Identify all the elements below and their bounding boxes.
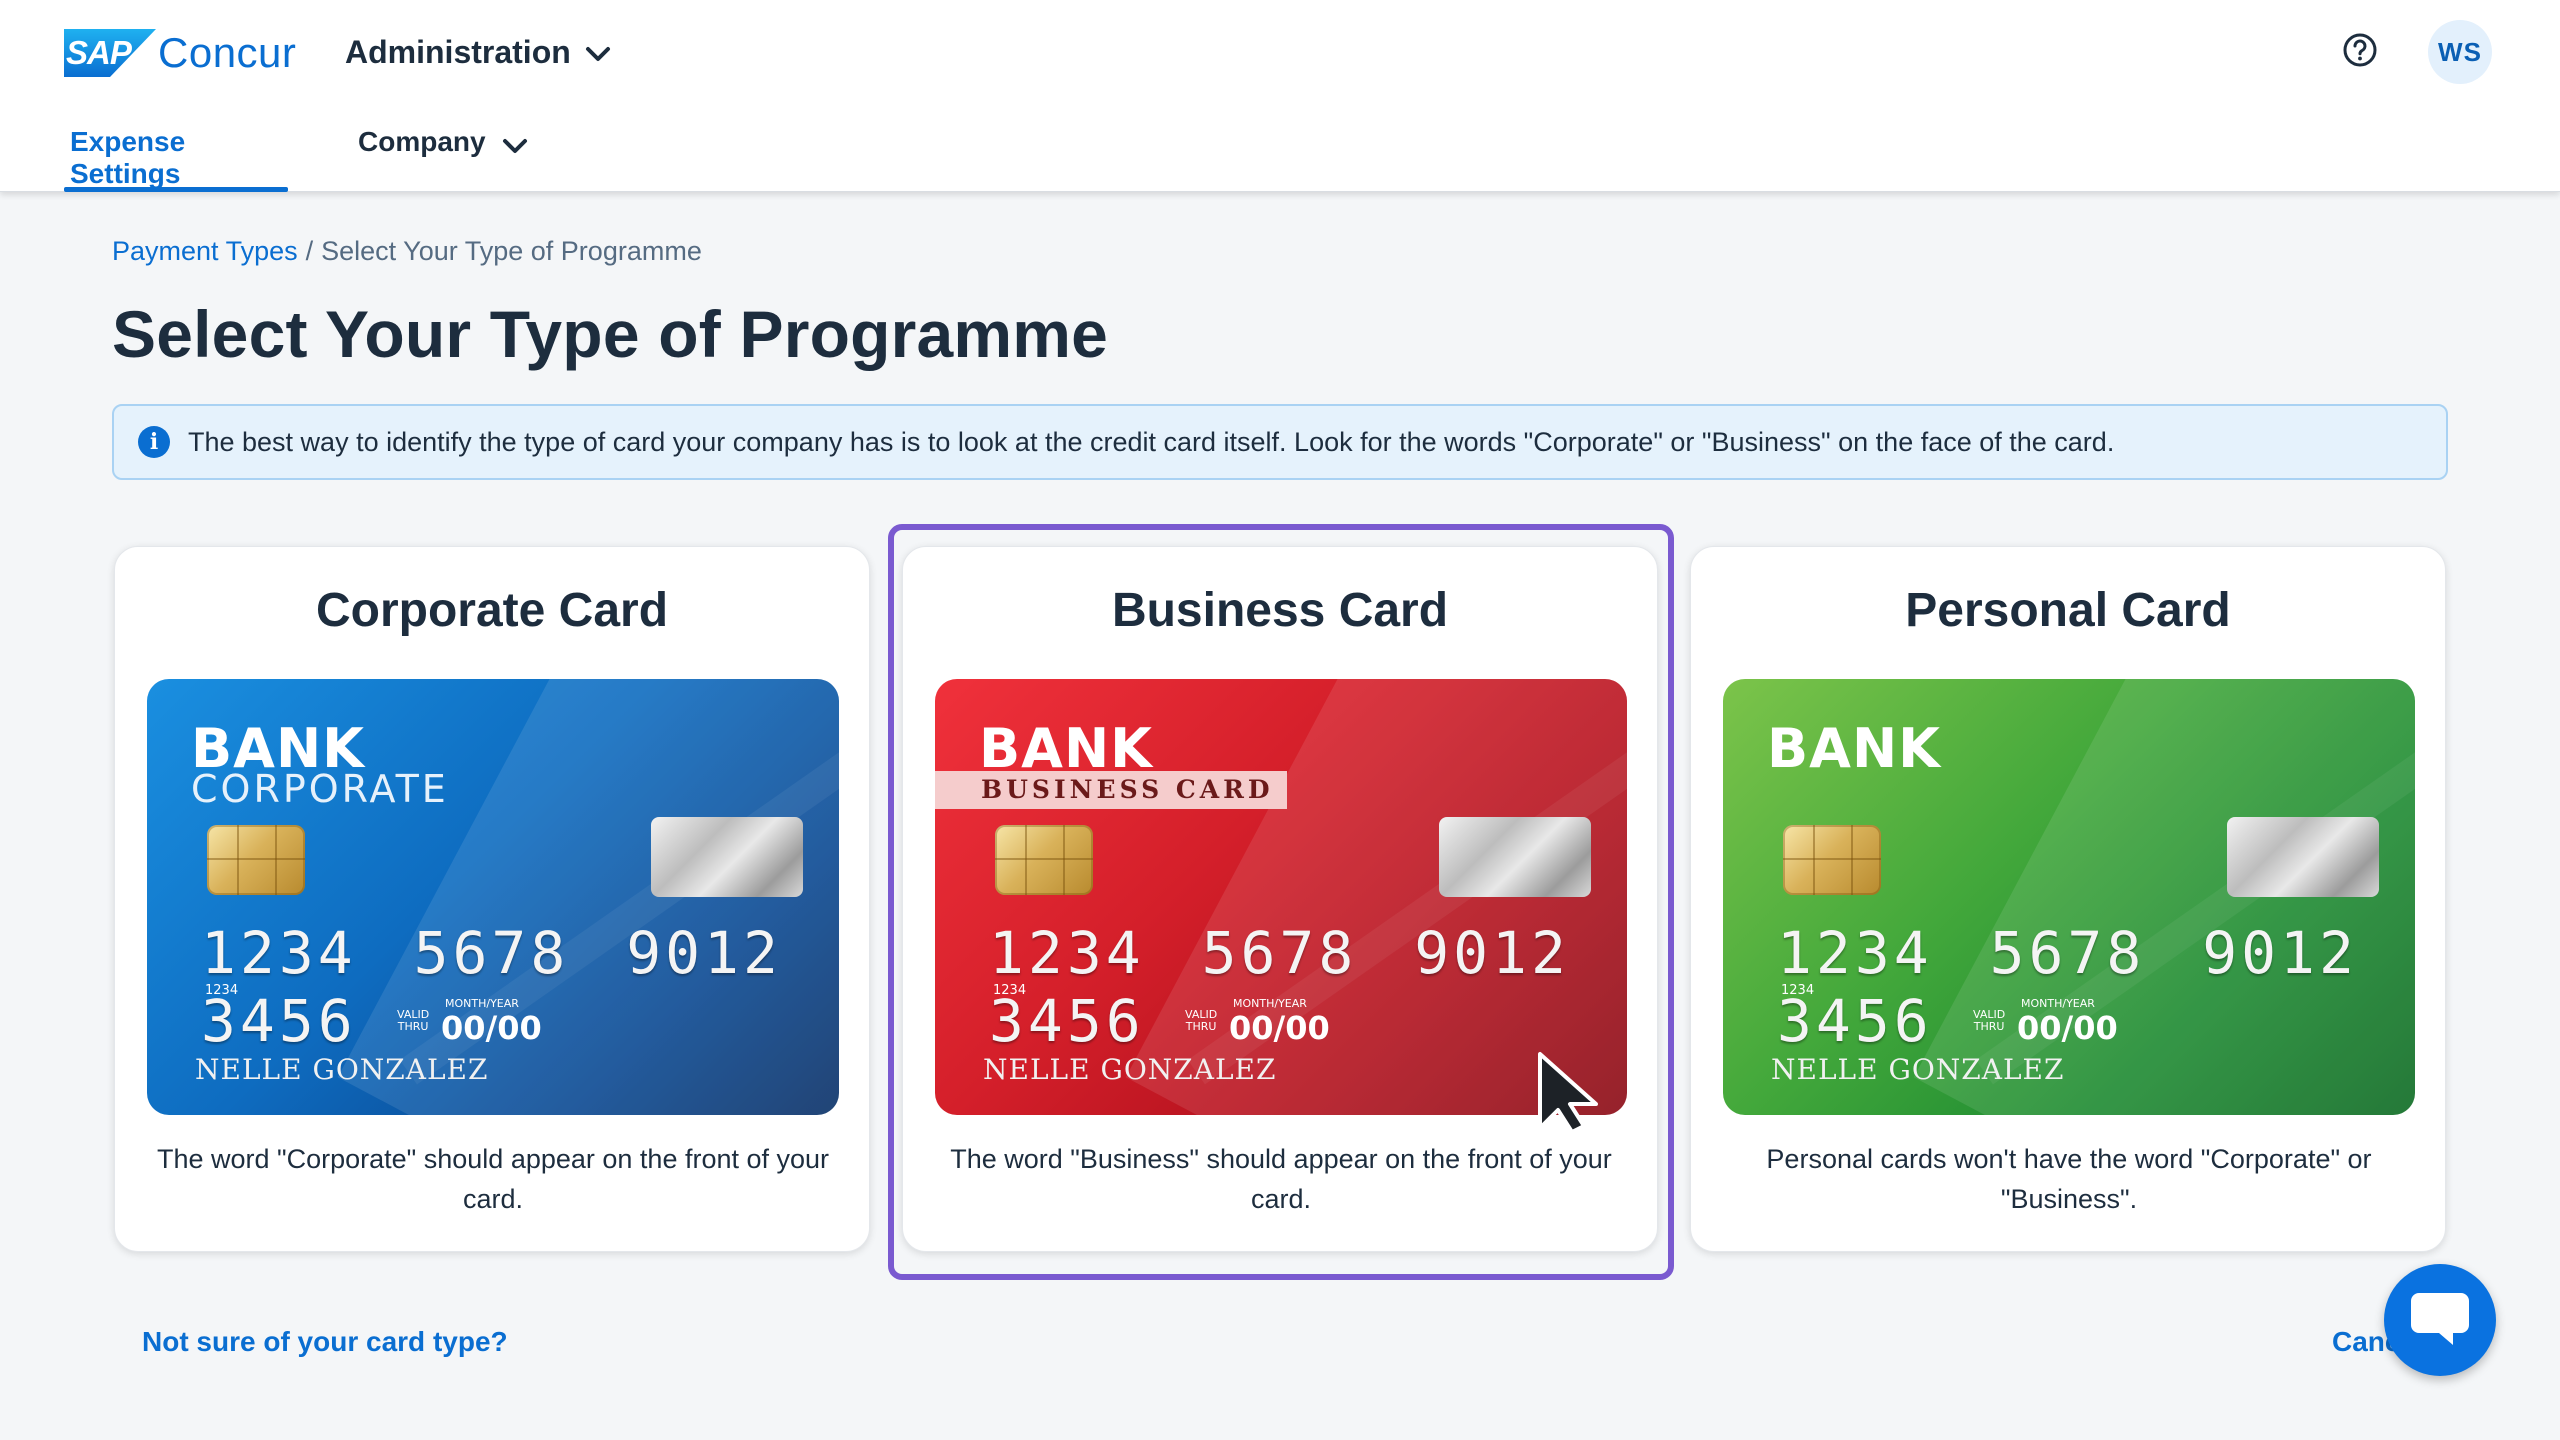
card-valid-thru-label: VALID THRU xyxy=(1973,1009,2005,1033)
chat-bubble-icon xyxy=(2409,1289,2471,1352)
card-small-number: 1234 xyxy=(993,983,1027,998)
not-sure-card-type-link[interactable]: Not sure of your card type? xyxy=(142,1326,508,1358)
administration-menu[interactable]: Administration xyxy=(345,30,611,74)
card-holder-name: NELLE GONZALEZ xyxy=(195,1053,489,1086)
card-subtitle: CORPORATE xyxy=(191,767,449,811)
card-valid-thru-label: VALID THRU xyxy=(397,1009,429,1033)
option-title: Business Card xyxy=(1111,584,1449,637)
card-thru-label: THRU xyxy=(1973,1020,2005,1033)
breadcrumb-current: Select Your Type of Programme xyxy=(321,236,702,266)
info-icon: i xyxy=(138,426,170,458)
card-expiry: 00/00 xyxy=(2017,1009,2118,1047)
card-bank-name: BANK xyxy=(1767,717,1941,780)
business-card-option[interactable]: Business Card BANK BUSINESS CARD 1234 56… xyxy=(902,546,1658,1252)
card-holder-name: NELLE GONZALEZ xyxy=(1771,1053,2065,1086)
chevron-down-icon xyxy=(585,34,611,71)
info-message-strip: i The best way to identify the type of c… xyxy=(112,404,2448,480)
user-avatar[interactable]: WS xyxy=(2428,20,2492,84)
option-description: The word "Business" should appear on the… xyxy=(950,1144,1612,1214)
breadcrumb: Payment Types / Select Your Type of Prog… xyxy=(112,236,702,267)
card-expiry: 00/00 xyxy=(441,1009,542,1047)
active-tab-indicator xyxy=(64,187,288,192)
tab-company-label: Company xyxy=(358,126,486,157)
card-holder-name: NELLE GONZALEZ xyxy=(983,1053,1277,1086)
corporate-card-option[interactable]: Corporate Card BANK CORPORATE 1234 5678 … xyxy=(114,546,870,1252)
chevron-down-icon xyxy=(502,130,528,162)
card-small-number: 1234 xyxy=(1781,983,1815,998)
business-card-illustration: BANK BUSINESS CARD 1234 5678 9012 3456 1… xyxy=(935,679,1627,1115)
tab-expense-settings-label: Expense Settings xyxy=(70,126,186,189)
concur-logo-text: Concur xyxy=(158,29,297,76)
card-subtitle: BUSINESS CARD xyxy=(935,771,1287,809)
sap-concur-logo[interactable]: SAP Concur xyxy=(64,28,296,78)
breadcrumb-payment-types-link[interactable]: Payment Types xyxy=(112,236,298,267)
personal-card-illustration: BANK 1234 5678 9012 3456 1234 VALID THRU… xyxy=(1723,679,2415,1115)
app-header: SAP Concur Administration WS Expense Set… xyxy=(0,0,2560,192)
help-circle-icon xyxy=(2342,32,2378,73)
hologram-icon xyxy=(2227,817,2379,897)
breadcrumb-separator: / xyxy=(305,236,314,266)
corporate-card-illustration: BANK CORPORATE 1234 5678 9012 3456 1234 … xyxy=(147,679,839,1115)
sap-logo-text: SAP xyxy=(66,34,132,71)
sap-logo-mark: SAP xyxy=(64,29,156,77)
info-message-text: The best way to identify the type of car… xyxy=(188,426,2115,457)
help-button[interactable] xyxy=(2338,30,2382,74)
administration-menu-label: Administration xyxy=(345,33,571,70)
page-title: Select Your Type of Programme xyxy=(112,297,1109,371)
chat-button[interactable] xyxy=(2384,1264,2496,1376)
option-description: The word "Corporate" should appear on th… xyxy=(156,1144,830,1214)
card-thru-label: THRU xyxy=(1185,1020,1217,1033)
option-description: Personal cards won't have the word "Corp… xyxy=(1766,1144,2372,1214)
option-title: Corporate Card xyxy=(315,584,669,637)
card-small-number: 1234 xyxy=(205,983,239,998)
hologram-icon xyxy=(651,817,803,897)
personal-card-option[interactable]: Personal Card BANK 1234 5678 9012 3456 1… xyxy=(1690,546,2446,1252)
chip-icon xyxy=(1783,825,1881,895)
card-valid-thru-label: VALID THRU xyxy=(1185,1009,1217,1033)
chip-icon xyxy=(207,825,305,895)
tab-expense-settings[interactable]: Expense Settings xyxy=(64,126,288,192)
tab-company[interactable]: Company xyxy=(358,126,528,192)
hologram-icon xyxy=(1439,817,1591,897)
card-thru-label: THRU xyxy=(397,1020,429,1033)
chip-icon xyxy=(995,825,1093,895)
option-title: Personal Card xyxy=(1905,584,2231,637)
card-expiry: 00/00 xyxy=(1229,1009,1330,1047)
